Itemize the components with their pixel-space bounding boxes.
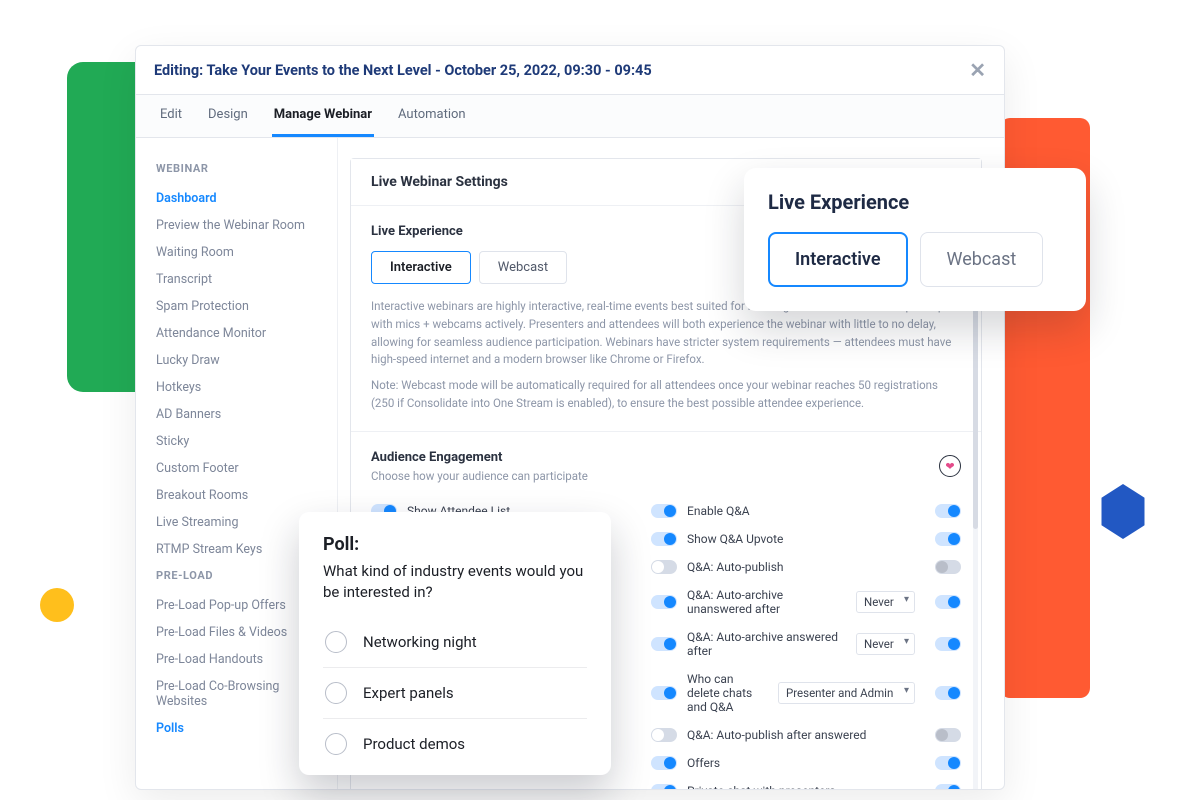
toggle-row: Private chat with presenters: [651, 777, 961, 790]
le-mode-interactive[interactable]: Interactive: [768, 232, 908, 287]
le-popup-title: Live Experience: [768, 190, 1062, 214]
toggle-switch[interactable]: [651, 504, 677, 518]
poll-option[interactable]: Expert panels: [323, 668, 587, 719]
live-experience-popup: Live Experience InteractiveWebcast: [744, 168, 1086, 311]
decor-blue: [1098, 484, 1148, 539]
sidebar-item-dashboard[interactable]: Dashboard: [156, 185, 317, 212]
toggle-switch-right[interactable]: [935, 595, 961, 609]
mode-webcast[interactable]: Webcast: [479, 251, 567, 284]
toggle-label: Private chat with presenters: [687, 784, 836, 790]
tab-design[interactable]: Design: [206, 107, 250, 137]
toggle-label: Show Q&A Upvote: [687, 532, 783, 546]
sidebar-group-webinar: WEBINAR: [156, 162, 317, 175]
sidebar-item-transcript[interactable]: Transcript: [156, 266, 317, 293]
sidebar-item-polls[interactable]: Polls: [156, 715, 317, 742]
toggle-row: Q&A: Auto-publish after answered: [651, 721, 961, 749]
sidebar-item-hotkeys[interactable]: Hotkeys: [156, 374, 317, 401]
toggle-row: Enable Q&A: [651, 497, 961, 525]
sidebar-item-preview-the-webinar-room[interactable]: Preview the Webinar Room: [156, 212, 317, 239]
toggle-row: Who can delete chats and Q&A Presenter an…: [651, 665, 961, 721]
radio-icon: [325, 733, 347, 755]
live-exp-desc-2: Note: Webcast mode will be automatically…: [371, 377, 961, 413]
sidebar-item-live-streaming[interactable]: Live Streaming: [156, 509, 317, 536]
modal-title: Editing: Take Your Events to the Next Le…: [154, 62, 652, 79]
poll-option-label: Networking night: [363, 633, 477, 651]
toggle-switch-right[interactable]: [935, 756, 961, 770]
poll-option-label: Product demos: [363, 735, 465, 753]
toggle-switch[interactable]: [651, 728, 677, 742]
toggle-label: Q&A: Auto-archive answered after: [687, 630, 846, 658]
sidebar-item-spam-protection[interactable]: Spam Protection: [156, 293, 317, 320]
toggle-switch-right[interactable]: [935, 686, 961, 700]
toggle-switch[interactable]: [651, 595, 677, 609]
toggle-row: Q&A: Auto-publish: [651, 553, 961, 581]
sidebar-item-lucky-draw[interactable]: Lucky Draw: [156, 347, 317, 374]
tabs: Edit Design Manage Webinar Automation: [136, 95, 1004, 138]
sidebar-item-ad-banners[interactable]: AD Banners: [156, 401, 317, 428]
sidebar-item-sticky[interactable]: Sticky: [156, 428, 317, 455]
toggle-switch[interactable]: [651, 560, 677, 574]
sidebar-group-pre-load: PRE-LOAD: [156, 569, 317, 582]
heart-icon[interactable]: ❤: [939, 455, 961, 477]
sidebar-item-custom-footer[interactable]: Custom Footer: [156, 455, 317, 482]
select[interactable]: Never: [856, 591, 915, 613]
toggle-switch[interactable]: [651, 532, 677, 546]
le-mode-webcast[interactable]: Webcast: [920, 232, 1044, 287]
sidebar-item-pre-load-co-browsing-websites[interactable]: Pre-Load Co-Browsing Websites: [156, 673, 317, 715]
modal-header: Editing: Take Your Events to the Next Le…: [136, 46, 1004, 95]
toggle-switch-right[interactable]: [935, 532, 961, 546]
toggle-label: Q&A: Auto-archive unanswered after: [687, 588, 846, 616]
select[interactable]: Never: [856, 633, 915, 655]
section-engagement-sub: Choose how your audience can participate: [371, 469, 588, 483]
sidebar-item-pre-load-files-videos[interactable]: Pre-Load Files & Videos: [156, 619, 317, 646]
poll-option[interactable]: Networking night: [323, 617, 587, 668]
toggle-switch[interactable]: [651, 686, 677, 700]
radio-icon: [325, 682, 347, 704]
radio-icon: [325, 631, 347, 653]
toggle-switch-right[interactable]: [935, 637, 961, 651]
sidebar-item-rtmp-stream-keys[interactable]: RTMP Stream Keys: [156, 536, 317, 563]
toggle-switch-right[interactable]: [935, 504, 961, 518]
toggle-row: Offers: [651, 749, 961, 777]
sidebar-item-waiting-room[interactable]: Waiting Room: [156, 239, 317, 266]
tab-manage-webinar[interactable]: Manage Webinar: [272, 107, 374, 137]
toggle-switch[interactable]: [651, 756, 677, 770]
toggle-switch[interactable]: [651, 784, 677, 790]
close-icon[interactable]: ✕: [969, 58, 986, 82]
section-engagement-title: Audience Engagement: [371, 450, 588, 465]
toggle-row: Show Q&A Upvote: [651, 525, 961, 553]
sidebar-item-pre-load-handouts[interactable]: Pre-Load Handouts: [156, 646, 317, 673]
divider: [351, 431, 981, 432]
sidebar-item-attendance-monitor[interactable]: Attendance Monitor: [156, 320, 317, 347]
sidebar-item-pre-load-pop-up-offers[interactable]: Pre-Load Pop-up Offers: [156, 592, 317, 619]
toggle-label: Who can delete chats and Q&A: [687, 672, 768, 714]
toggle-label: Q&A: Auto-publish after answered: [687, 728, 866, 742]
decor-yellow: [40, 588, 74, 622]
tab-edit[interactable]: Edit: [158, 107, 184, 137]
poll-option[interactable]: Product demos: [323, 719, 587, 769]
poll-title: Poll:: [323, 534, 587, 555]
toggle-label: Offers: [687, 756, 720, 770]
toggle-label: Enable Q&A: [687, 504, 750, 518]
toggle-row: Q&A: Auto-archive answered after Never: [651, 623, 961, 665]
toggle-row: Q&A: Auto-archive unanswered after Never: [651, 581, 961, 623]
toggle-switch-right[interactable]: [935, 560, 961, 574]
select[interactable]: Presenter and Admin: [778, 682, 915, 704]
toggle-switch-right[interactable]: [935, 784, 961, 790]
sidebar-item-breakout-rooms[interactable]: Breakout Rooms: [156, 482, 317, 509]
toggle-switch-right[interactable]: [935, 728, 961, 742]
mode-interactive[interactable]: Interactive: [371, 251, 471, 284]
poll-popup: Poll: What kind of industry events would…: [299, 512, 611, 775]
poll-option-label: Expert panels: [363, 684, 454, 702]
tab-automation[interactable]: Automation: [396, 107, 468, 137]
poll-question: What kind of industry events would you b…: [323, 561, 587, 603]
toggle-label: Q&A: Auto-publish: [687, 560, 784, 574]
toggle-switch[interactable]: [651, 637, 677, 651]
